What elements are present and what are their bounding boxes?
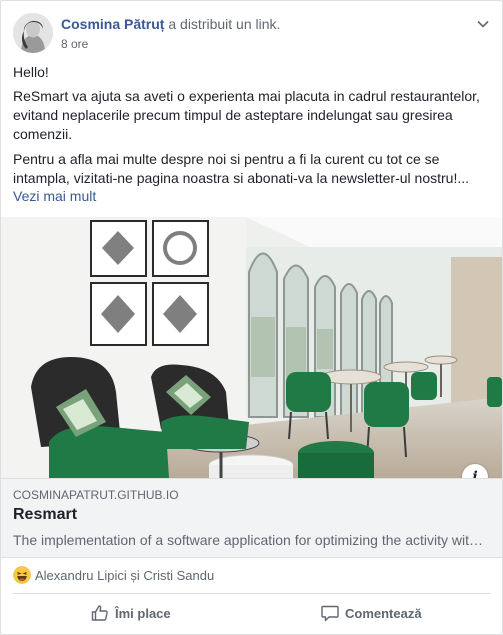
divider xyxy=(13,593,490,594)
reaction-names: Alexandru Lipici și Cristi Sandu xyxy=(35,568,215,583)
link-title[interactable]: Resmart xyxy=(13,506,77,524)
see-more-link[interactable]: Vezi mai mult xyxy=(13,188,96,204)
avatar[interactable] xyxy=(13,13,53,53)
comment-label: Comentează xyxy=(345,606,422,621)
share-action-text: a distribuit un link. xyxy=(164,16,281,32)
link-domain: COSMINAPATRUT.GITHUB.IO xyxy=(13,488,179,502)
post-card: Cosmina Pătruț a distribuit un link. 8 o… xyxy=(0,0,503,635)
post-header: Cosmina Pătruț a distribuit un link. 8 o… xyxy=(13,13,490,57)
link-preview[interactable]: COSMINAPATRUT.GITHUB.IO Resmart The impl… xyxy=(1,478,502,558)
post-paragraph-2: Pentru a afla mai multe despre noi si pe… xyxy=(13,151,470,186)
author-name[interactable]: Cosmina Pătruț xyxy=(61,16,164,32)
post-greeting: Hello! xyxy=(13,64,49,80)
like-label: Îmi place xyxy=(115,606,171,621)
haha-emoji-icon xyxy=(13,566,31,584)
chevron-down-icon[interactable] xyxy=(476,17,490,31)
thumbs-up-icon xyxy=(91,605,108,621)
author-line: Cosmina Pătruț a distribuit un link. xyxy=(61,16,280,32)
comment-icon xyxy=(321,605,339,622)
link-preview-image[interactable] xyxy=(1,217,502,478)
link-description: The implementation of a software applica… xyxy=(13,532,487,548)
post-paragraph-1: ReSmart va ajuta sa aveti o experienta m… xyxy=(13,88,480,142)
post-time[interactable]: 8 ore xyxy=(61,37,88,51)
